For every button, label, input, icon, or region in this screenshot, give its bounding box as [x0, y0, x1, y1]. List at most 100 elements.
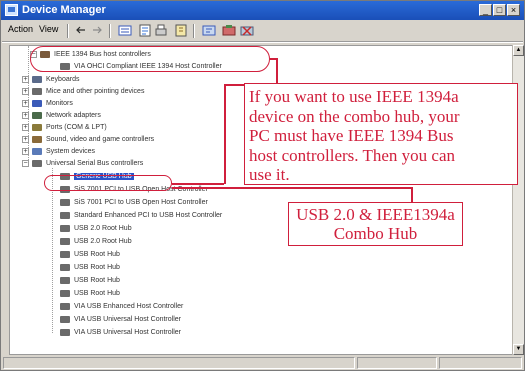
- tree-item-label: SiS 7001 PCI to USB Open Host Controller: [74, 199, 208, 206]
- tree-item[interactable]: Standard Enhanced PCI to USB Host Contro…: [60, 210, 222, 222]
- device-icon: [60, 315, 70, 323]
- tree-item-label: USB Root Hub: [74, 251, 120, 258]
- tree-view-icon[interactable]: [117, 23, 133, 38]
- device-icon: [60, 263, 70, 271]
- connector-line: [172, 187, 412, 189]
- device-icon: [32, 123, 42, 131]
- tree-item[interactable]: VIA USB Enhanced Host Controller: [60, 301, 183, 313]
- combo-hub-callout: USB 2.0 & IEEE1394a Combo Hub: [288, 202, 463, 246]
- menu-toolbar: Action View: [3, 22, 524, 40]
- tree-item-label: Keyboards: [46, 76, 80, 83]
- callout-line: USB 2.0 & IEEE1394a: [296, 205, 455, 224]
- tree-item-label: VIA USB Universal Host Controller: [74, 316, 181, 323]
- expand-toggle[interactable]: +: [22, 148, 29, 155]
- tree-item[interactable]: USB Root Hub: [60, 288, 120, 300]
- properties-icon[interactable]: [137, 23, 153, 38]
- tree-item[interactable]: USB 2.0 Root Hub: [60, 223, 132, 235]
- expand-toggle[interactable]: +: [22, 136, 29, 143]
- callout-line: Combo Hub: [333, 224, 418, 243]
- tree-item-label: USB Root Hub: [74, 264, 120, 271]
- back-arrow-icon[interactable]: [73, 23, 89, 38]
- connector-line: [224, 84, 244, 86]
- connector-line: [276, 58, 278, 84]
- expand-toggle[interactable]: +: [22, 76, 29, 83]
- device-manager-icon: [5, 4, 18, 16]
- tree-item[interactable]: USB Root Hub: [60, 249, 120, 261]
- close-button[interactable]: ×: [507, 4, 520, 16]
- device-icon: [32, 147, 42, 155]
- tree-item[interactable]: USB Root Hub: [60, 262, 120, 274]
- device-icon: [32, 111, 42, 119]
- tree-item[interactable]: Keyboards: [32, 74, 79, 86]
- tree-item[interactable]: Ports (COM & LPT): [32, 122, 107, 134]
- device-icon: [60, 198, 70, 206]
- tree-item[interactable]: System devices: [32, 146, 95, 158]
- tree-item-label: Mice and other pointing devices: [46, 88, 145, 95]
- connector-line: [172, 183, 224, 185]
- device-icon: [60, 224, 70, 232]
- expand-toggle[interactable]: +: [22, 112, 29, 119]
- tree-item-label: Universal Serial Bus controllers: [46, 160, 144, 167]
- tree-item-label: Network adapters: [46, 112, 101, 119]
- device-icon: [60, 328, 70, 336]
- device-icon: [60, 211, 70, 219]
- callout-line: device on the combo hub, your: [249, 106, 460, 126]
- tree-item-label: USB Root Hub: [74, 277, 120, 284]
- tree-item-label: USB 2.0 Root Hub: [74, 238, 132, 245]
- generic-usb-hub-highlight-ellipse: [44, 175, 172, 191]
- device-icon: [60, 302, 70, 310]
- tree-item[interactable]: Monitors: [32, 98, 73, 110]
- callout-line: PC must have IEEE 1394 Bus: [249, 126, 454, 145]
- tree-item-label: VIA USB Universal Host Controller: [74, 329, 181, 336]
- tree-item-label: USB 2.0 Root Hub: [74, 225, 132, 232]
- device-icon: [60, 250, 70, 258]
- expand-toggle[interactable]: +: [22, 100, 29, 107]
- tree-item[interactable]: Network adapters: [32, 110, 101, 122]
- device-icon: [32, 87, 42, 95]
- callout-line: If you want to use IEEE 1394a: [249, 87, 459, 106]
- tree-item-label: System devices: [46, 148, 96, 155]
- tree-item[interactable]: VIA USB Universal Host Controller: [60, 314, 181, 326]
- tree-item-label: Sound, video and game controllers: [46, 136, 155, 143]
- tree-item[interactable]: Universal Serial Bus controllers: [32, 158, 143, 170]
- tree-item[interactable]: USB 2.0 Root Hub: [60, 236, 132, 248]
- minimize-button[interactable]: _: [479, 4, 492, 16]
- uninstall-icon[interactable]: [239, 23, 255, 38]
- connector-line: [224, 84, 226, 184]
- connector-line: [411, 187, 413, 202]
- update-driver-icon[interactable]: [221, 23, 237, 38]
- device-icon: [32, 159, 42, 167]
- title-bar[interactable]: Device Manager _ □ ×: [1, 1, 524, 20]
- tree-item[interactable]: Mice and other pointing devices: [32, 86, 144, 98]
- maximize-button[interactable]: □: [493, 4, 506, 16]
- scan-hardware-icon[interactable]: [201, 23, 217, 38]
- tree-item-label: Standard Enhanced PCI to USB Host Contro…: [74, 212, 223, 219]
- callout-line: host controllers. Then you can: [249, 145, 456, 165]
- ieee1394-highlight-ellipse: [30, 46, 270, 72]
- device-icon: [60, 289, 70, 297]
- device-icon: [32, 75, 42, 83]
- device-icon: [32, 99, 42, 107]
- menu-action[interactable]: Action: [8, 24, 33, 34]
- scroll-down-button[interactable]: ▼: [513, 344, 524, 355]
- tree-item-label: Monitors: [46, 100, 73, 107]
- window-title: Device Manager: [22, 4, 106, 16]
- ieee1394-requirement-callout: If you want to use IEEE 1394a device on …: [244, 83, 518, 185]
- tree-item[interactable]: Sound, video and game controllers: [32, 134, 154, 146]
- help-icon[interactable]: [173, 23, 189, 38]
- expand-toggle[interactable]: +: [22, 88, 29, 95]
- tree-item[interactable]: VIA USB Universal Host Controller: [60, 327, 181, 339]
- device-icon: [60, 276, 70, 284]
- tree-item[interactable]: USB Root Hub: [60, 275, 120, 287]
- collapse-toggle[interactable]: −: [22, 160, 29, 167]
- forward-arrow-icon[interactable]: [89, 23, 105, 38]
- expand-toggle[interactable]: +: [22, 124, 29, 131]
- tree-item-label: VIA USB Enhanced Host Controller: [74, 303, 184, 310]
- tree-item-label: USB Root Hub: [74, 290, 120, 297]
- scroll-up-button[interactable]: ▲: [513, 45, 524, 56]
- device-icon: [32, 135, 42, 143]
- tree-item[interactable]: SiS 7001 PCI to USB Open Host Controller: [60, 197, 208, 209]
- status-bar: [3, 357, 522, 370]
- print-icon[interactable]: [153, 23, 169, 38]
- menu-view[interactable]: View: [39, 24, 58, 34]
